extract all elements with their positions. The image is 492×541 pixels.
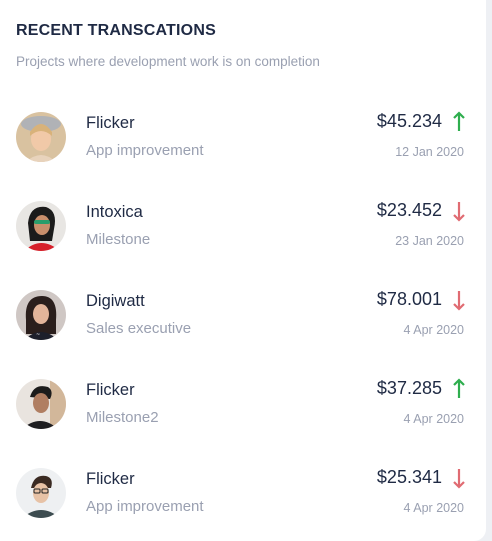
svg-text:~: ~ — [36, 332, 40, 338]
transaction-amount: $25.341 — [376, 467, 442, 487]
recent-transactions-card: RECENT TRANSCATIONS Projects where devel… — [0, 0, 486, 541]
avatar: ~ — [16, 290, 66, 340]
project-role: Milestone — [86, 231, 151, 248]
project-name: Intoxica — [86, 203, 143, 221]
transaction-date: 4 Apr 2020 — [403, 501, 464, 515]
user-photo-icon: ~ — [16, 290, 66, 340]
transaction-date: 4 Apr 2020 — [403, 412, 464, 426]
transaction-date: 12 Jan 2020 — [395, 145, 464, 159]
arrow-up-icon — [453, 111, 465, 131]
transaction-row[interactable]: ~ Digiwatt Sales executive $78.001 4 Apr… — [0, 289, 486, 359]
avatar — [16, 201, 66, 251]
transaction-amount: $37.285 — [376, 378, 442, 398]
avatar — [16, 112, 66, 162]
arrow-down-icon — [453, 202, 465, 222]
transaction-row[interactable]: Flicker App improvement $45.234 12 Jan 2… — [0, 111, 486, 181]
project-role: Sales executive — [86, 320, 192, 337]
avatar — [16, 379, 66, 429]
project-name: Digiwatt — [86, 292, 145, 310]
card-title: RECENT TRANSCATIONS — [16, 22, 216, 39]
transaction-date: 23 Jan 2020 — [395, 234, 464, 248]
transaction-row[interactable]: Intoxica Milestone $23.452 23 Jan 2020 — [0, 200, 486, 270]
project-name: Flicker — [86, 381, 135, 399]
transaction-amount: $23.452 — [376, 200, 442, 220]
project-role: App improvement — [86, 142, 204, 159]
user-photo-icon — [16, 468, 66, 518]
user-photo-icon — [16, 379, 66, 429]
transaction-amount: $45.234 — [376, 111, 442, 131]
arrow-up-icon — [453, 378, 465, 398]
user-photo-icon — [16, 201, 66, 251]
arrow-down-icon — [453, 469, 465, 489]
arrow-down-icon — [453, 291, 465, 311]
project-name: Flicker — [86, 470, 135, 488]
project-name: Flicker — [86, 114, 135, 132]
transaction-row[interactable]: Flicker App improvement $25.341 4 Apr 20… — [0, 467, 486, 537]
card-subtitle: Projects where development work is on co… — [16, 54, 320, 69]
transaction-row[interactable]: Flicker Milestone2 $37.285 4 Apr 2020 — [0, 378, 486, 448]
transaction-date: 4 Apr 2020 — [403, 323, 464, 337]
project-role: App improvement — [86, 498, 204, 515]
transaction-amount: $78.001 — [376, 289, 442, 309]
user-photo-icon — [16, 112, 66, 162]
avatar — [16, 468, 66, 518]
project-role: Milestone2 — [86, 409, 159, 426]
